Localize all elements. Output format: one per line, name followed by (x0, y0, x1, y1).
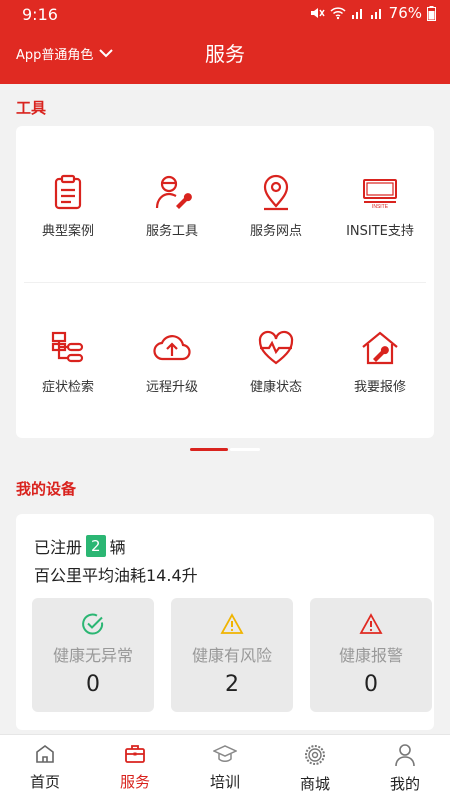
stat-risk[interactable]: 健康有风险 2 (171, 598, 293, 712)
tab-label: 服务 (119, 773, 150, 791)
pager-dot (230, 448, 260, 451)
mute-icon (310, 8, 325, 18)
tool-service-outlets[interactable]: 服务网点 (224, 172, 328, 282)
status-time: 9:16 (22, 5, 58, 24)
tool-typical-cases[interactable]: 典型案例 (16, 172, 120, 282)
devices-card: 已注册 2 辆 百公里平均油耗14.4升 健康无异常 0 健康有风险 2 健康报… (16, 514, 434, 730)
mall-gear-icon (305, 745, 325, 765)
heart-pulse-icon (258, 330, 294, 365)
stat-value: 0 (86, 672, 100, 697)
registered-prefix: 已注册 (34, 538, 83, 557)
briefcase-icon (125, 745, 145, 763)
graduation-cap-icon (213, 745, 237, 762)
app-header: 9:16 76% App普通角色 服务 (0, 0, 450, 84)
tool-symptom-search[interactable]: 症状检索 (16, 328, 120, 438)
tool-request-repair[interactable]: 我要报修 (328, 328, 432, 438)
tool-label: 健康状态 (249, 380, 302, 395)
pager-dot-active (190, 448, 228, 451)
stat-label: 健康报警 (338, 646, 403, 665)
person-icon (395, 744, 415, 767)
stat-healthy[interactable]: 健康无异常 0 (32, 598, 154, 712)
location-pin-icon (263, 174, 289, 211)
tab-label: 商城 (299, 775, 330, 793)
devices-section-title: 我的设备 (16, 480, 77, 498)
tab-service[interactable]: 服务 (90, 735, 180, 800)
tools-section-title: 工具 (16, 99, 47, 117)
tool-insite-support[interactable]: INSITE INSITE支持 (328, 172, 432, 282)
registered-suffix: 辆 (109, 538, 126, 557)
stat-label: 健康有风险 (191, 646, 272, 665)
stat-value: 0 (364, 672, 378, 697)
check-circle-icon (82, 613, 104, 635)
tool-label: 我要报修 (353, 380, 406, 395)
tool-label: 典型案例 (41, 224, 94, 239)
tool-label: 远程升级 (145, 380, 198, 395)
fuel-consumption-text: 百公里平均油耗14.4升 (34, 566, 198, 585)
bottom-tab-bar: 首页 服务 培训 商城 我的 (0, 734, 450, 800)
tools-card: 典型案例 服务工具 服务网点 INSITE INSITE支持 症状检索 远程升级… (16, 126, 434, 438)
tab-label: 首页 (29, 773, 60, 791)
service-tool-icon (155, 175, 192, 209)
house-repair-icon (362, 331, 398, 365)
stat-alarm[interactable]: 健康报警 0 (310, 598, 432, 712)
page-title: 服务 (205, 42, 245, 66)
tab-training[interactable]: 培训 (180, 735, 270, 800)
tab-label: 我的 (389, 775, 420, 793)
cloud-upload-icon (153, 335, 191, 361)
home-icon (36, 745, 54, 763)
registered-count-line: 已注册 2 辆 (34, 534, 126, 558)
insite-icon-text: INSITE (372, 204, 389, 210)
tool-label: INSITE支持 (346, 224, 414, 239)
tool-label: 服务工具 (145, 224, 198, 239)
battery-icon (427, 5, 436, 21)
tab-label: 培训 (209, 773, 240, 791)
tab-mine[interactable]: 我的 (360, 735, 450, 800)
insite-icon: INSITE (363, 179, 397, 210)
symptom-search-icon (51, 331, 84, 363)
stat-value: 2 (225, 672, 239, 697)
tool-label: 服务网点 (249, 224, 302, 239)
tool-health-status[interactable]: 健康状态 (224, 328, 328, 438)
warning-icon (220, 613, 244, 634)
tool-remote-upgrade[interactable]: 远程升级 (120, 328, 224, 438)
tools-pager[interactable] (190, 448, 260, 451)
status-bar: 9:16 76% (0, 0, 450, 28)
registered-count-badge: 2 (86, 535, 106, 557)
wifi-icon (330, 7, 346, 20)
status-icons: 76% (309, 4, 436, 22)
battery-percent: 76% (388, 4, 422, 22)
alert-icon (359, 613, 383, 634)
tool-label: 症状检索 (41, 380, 94, 395)
tools-divider (24, 282, 426, 283)
tool-service-tools[interactable]: 服务工具 (120, 172, 224, 282)
signal-icon (351, 9, 362, 19)
stat-label: 健康无异常 (52, 646, 133, 665)
signal-icon-2 (370, 9, 381, 19)
tab-home[interactable]: 首页 (0, 735, 90, 800)
clipboard-icon (54, 174, 82, 210)
tab-mall[interactable]: 商城 (270, 735, 360, 800)
